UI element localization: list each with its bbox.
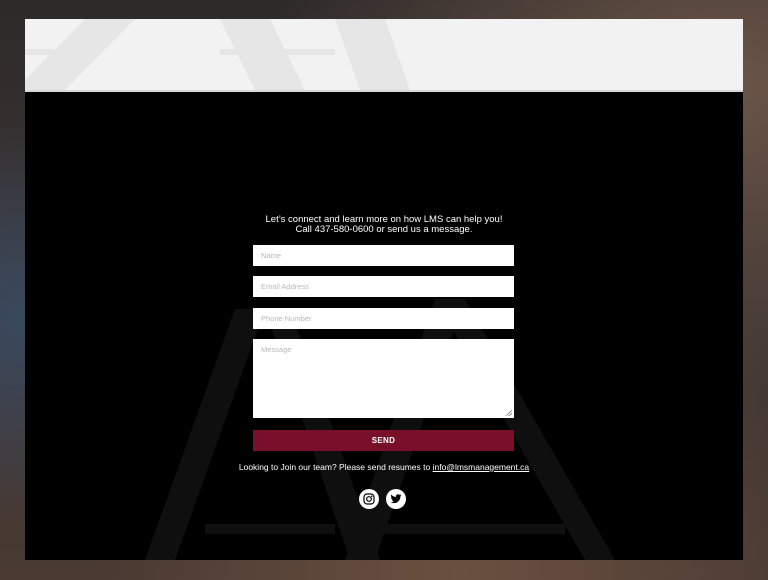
instagram-icon: [363, 493, 375, 505]
careers-text: Looking to Join our team? Please send re…: [238, 462, 433, 472]
contact-intro: Let’s connect and learn more on how LMS …: [25, 215, 743, 235]
resize-handle[interactable]: [506, 410, 512, 416]
careers-note: Looking to Join our team? Please send re…: [25, 462, 743, 472]
message-placeholder: Message: [261, 345, 292, 354]
message-textarea[interactable]: Message: [253, 339, 514, 418]
email-field[interactable]: Email Address: [253, 276, 514, 297]
send-button[interactable]: SEND: [253, 430, 514, 451]
intro-line-2: Call 437-580-0600 or send us a message.: [295, 224, 473, 235]
instagram-button[interactable]: [359, 489, 379, 509]
contact-form-area: Let’s connect and learn more on how LMS …: [25, 19, 743, 560]
twitter-icon: [390, 494, 402, 504]
careers-email-link[interactable]: info@lmsmanagement.ca: [433, 462, 530, 472]
name-input[interactable]: Name: [253, 245, 514, 266]
phone-field[interactable]: Phone Number: [253, 308, 514, 329]
contact-section: Let’s connect and learn more on how LMS …: [25, 19, 743, 560]
twitter-button[interactable]: [386, 489, 406, 509]
